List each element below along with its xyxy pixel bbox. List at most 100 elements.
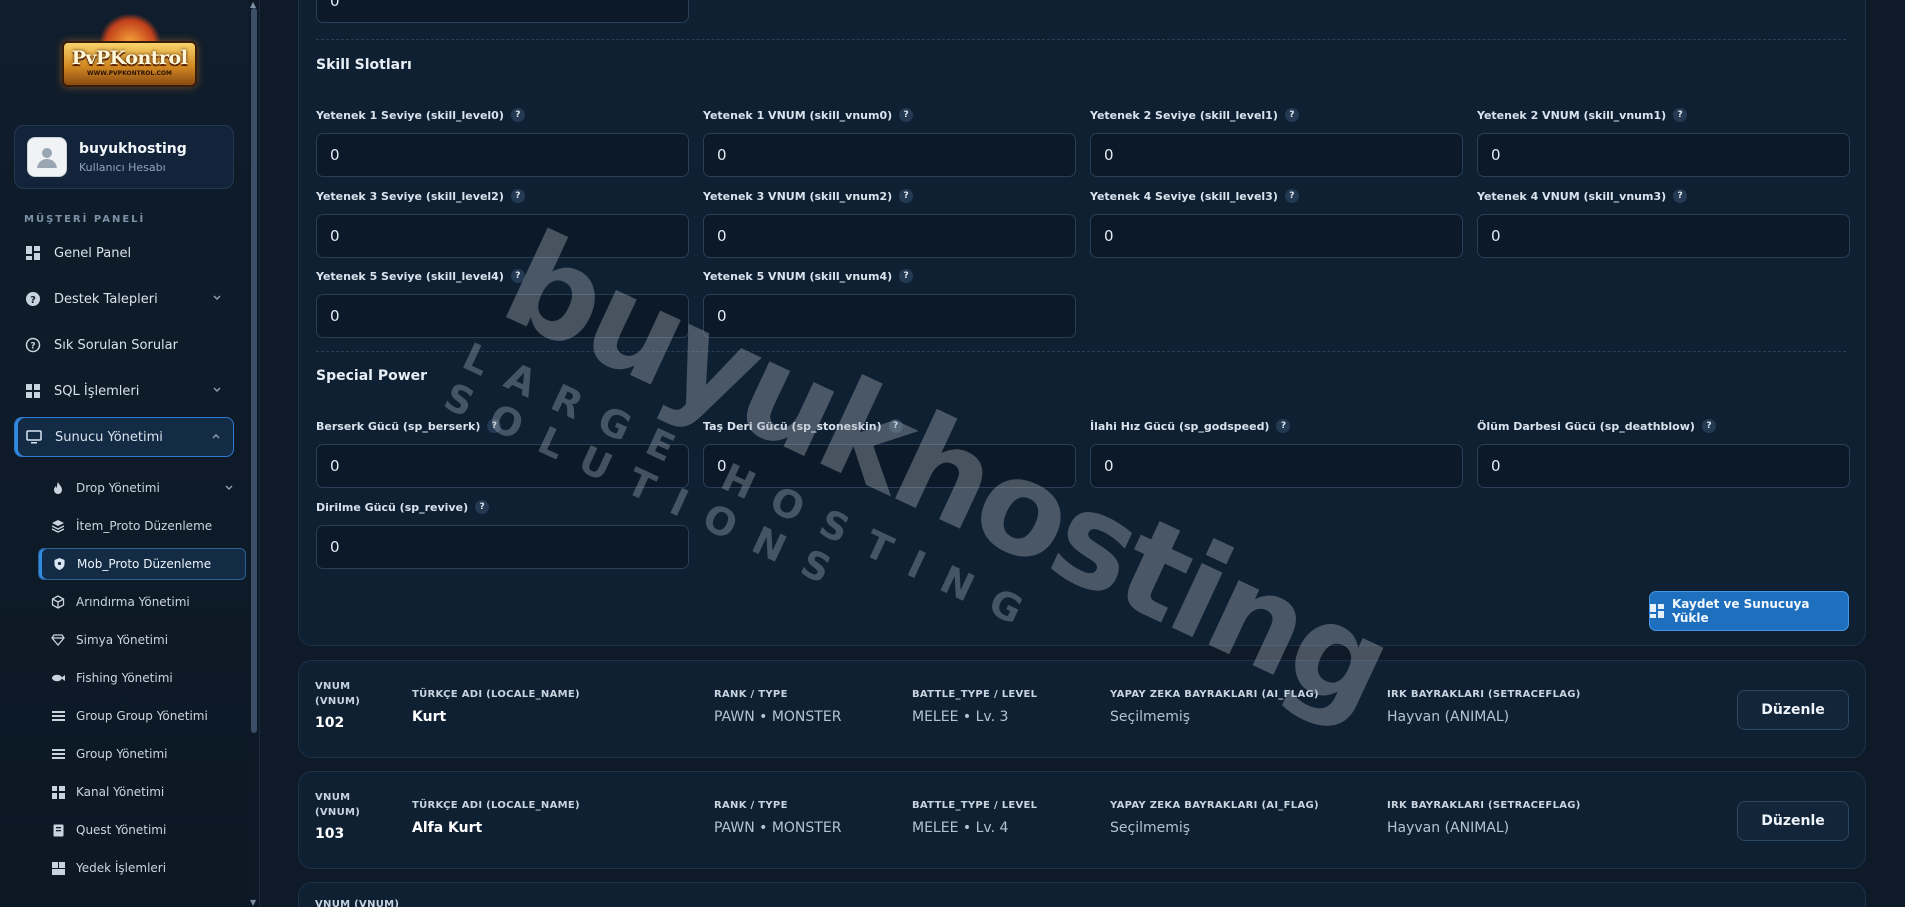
- sub-item-quest[interactable]: Quest Yönetimi: [38, 814, 246, 846]
- chevron-up-icon: [211, 431, 221, 446]
- mob-vnum-col: VNUM (VNUM) 102: [315, 679, 385, 731]
- top-field-input[interactable]: 0: [316, 0, 689, 23]
- skill-vnum3-input[interactable]: 0: [1477, 214, 1850, 258]
- help-icon[interactable]: ?: [899, 269, 914, 283]
- help-icon[interactable]: ?: [487, 419, 502, 433]
- sub-item-group[interactable]: Group Yönetimi: [38, 738, 246, 770]
- mob-vnum-col: VNUM (VNUM): [315, 897, 399, 907]
- logo-area: PvPKontrol WWW.PVPKONTROL.COM: [0, 0, 259, 110]
- sidebar-item-genel-panel[interactable]: Genel Panel: [14, 233, 234, 273]
- col-header-rank: RANK / TYPE: [714, 689, 788, 700]
- sidebar-scrollbar[interactable]: ▲ ▼: [249, 0, 259, 907]
- help-icon[interactable]: ?: [1701, 419, 1716, 433]
- field-label: Ölüm Darbesi Gücü (sp_deathblow): [1477, 419, 1695, 433]
- help-icon[interactable]: ?: [888, 419, 903, 433]
- col-header-ai: YAPAY ZEKA BAYRAKLARI (AI_FLAG): [1110, 689, 1319, 700]
- sidebar-item-sunucu-yonetimi[interactable]: Sunucu Yönetimi: [14, 417, 234, 457]
- sp-stoneskin-input[interactable]: 0: [703, 444, 1076, 488]
- mob-ai-col: YAPAY ZEKA BAYRAKLARI (AI_FLAG) Seçilmem…: [1110, 687, 1319, 725]
- sp-revive-input[interactable]: 0: [316, 525, 689, 569]
- mob-name: Kurt: [412, 709, 447, 725]
- mob-vnum: 103: [315, 826, 345, 842]
- scrollbar-thumb[interactable]: [251, 8, 257, 733]
- help-icon[interactable]: ?: [510, 108, 525, 122]
- sub-item-label: Kanal Yönetimi: [76, 785, 165, 799]
- chevron-down-icon: [212, 384, 222, 399]
- mob-name-col: TÜRKÇE ADI (LOCALE_NAME) Kurt: [412, 687, 580, 725]
- mob-rank: PAWN • MONSTER: [714, 709, 842, 725]
- help-icon[interactable]: ?: [1284, 108, 1299, 122]
- sub-item-drop[interactable]: Drop Yönetimi: [38, 472, 246, 504]
- field-label: Yetenek 5 VNUM (skill_vnum4): [703, 269, 893, 283]
- skill-level2-input[interactable]: 0: [316, 214, 689, 258]
- field-label: Yetenek 5 Seviye (skill_level4): [316, 269, 504, 283]
- sub-item-fishing[interactable]: Fishing Yönetimi: [38, 662, 246, 694]
- help-icon[interactable]: ?: [1276, 419, 1291, 433]
- sub-item-group-group[interactable]: Group Group Yönetimi: [38, 700, 246, 732]
- help-icon[interactable]: ?: [899, 189, 914, 203]
- logo-plate: PvPKontrol WWW.PVPKONTROL.COM: [61, 41, 198, 87]
- save-and-upload-button[interactable]: Kaydet ve Sunucuya Yükle: [1649, 591, 1849, 631]
- help-icon[interactable]: ?: [899, 108, 914, 122]
- help-icon[interactable]: ?: [510, 269, 525, 283]
- sp-godspeed-input[interactable]: 0: [1090, 444, 1463, 488]
- skill-vnum4-input[interactable]: 0: [703, 294, 1076, 338]
- sidebar-item-sql[interactable]: SQL İşlemleri: [14, 371, 234, 411]
- skill-vnum2-input[interactable]: 0: [703, 214, 1076, 258]
- sp-deathblow-input[interactable]: 0: [1477, 444, 1850, 488]
- col-header-vnum: VNUM (VNUM): [315, 899, 400, 907]
- mob-row-card-partial: VNUM (VNUM): [298, 882, 1866, 907]
- help-icon[interactable]: ?: [1284, 189, 1299, 203]
- edit-button[interactable]: Düzenle: [1737, 801, 1849, 841]
- mob-name-col: TÜRKÇE ADI (LOCALE_NAME) Alfa Kurt: [412, 798, 580, 836]
- skill-level3-input[interactable]: 0: [1090, 214, 1463, 258]
- user-name: buyukhosting: [79, 140, 187, 157]
- sub-item-arindirma[interactable]: Arındırma Yönetimi: [38, 586, 246, 618]
- sidebar-item-sss[interactable]: ? Sık Sorulan Sorular: [14, 325, 234, 365]
- sub-item-label: Mob_Proto Düzenleme: [77, 557, 212, 571]
- skill-level4-input[interactable]: 0: [316, 294, 689, 338]
- field-label: Dirilme Gücü (sp_revive): [316, 500, 469, 514]
- edit-button[interactable]: Düzenle: [1737, 690, 1849, 730]
- help-icon[interactable]: ?: [1673, 108, 1688, 122]
- mob-battle-col: BATTLE_TYPE / LEVEL MELEE • Lv. 4: [912, 798, 1037, 836]
- help-icon[interactable]: ?: [510, 189, 525, 203]
- svg-text:?: ?: [30, 342, 35, 352]
- user-avatar-icon: [37, 148, 57, 168]
- main-content: 0 Skill Slotları Yetenek 1 Seviye (skill…: [280, 0, 1905, 907]
- user-card[interactable]: buyukhosting Kullanıcı Hesabı: [14, 125, 234, 189]
- skill-level0-input[interactable]: 0: [316, 133, 689, 177]
- help-icon[interactable]: ?: [1673, 189, 1688, 203]
- pvpkontrol-logo[interactable]: PvPKontrol WWW.PVPKONTROL.COM: [55, 10, 205, 100]
- mob-rank-col: RANK / TYPE PAWN • MONSTER: [714, 687, 841, 725]
- field-skill-level0: Yetenek 1 Seviye (skill_level0)? 0: [316, 107, 689, 177]
- mob-row-card: VNUM (VNUM) 103 TÜRKÇE ADI (LOCALE_NAME)…: [298, 771, 1866, 869]
- sub-item-mob-proto[interactable]: Mob_Proto Düzenleme: [38, 548, 246, 580]
- sub-item-label: Group Group Yönetimi: [76, 709, 208, 723]
- mob-race: Hayvan (ANIMAL): [1387, 820, 1510, 836]
- grid-icon: [24, 382, 42, 400]
- fish-icon: [50, 673, 66, 683]
- sidebar: PvPKontrol WWW.PVPKONTROL.COM buyukhosti…: [0, 0, 260, 907]
- field-skill-level1: Yetenek 2 Seviye (skill_level1)? 0: [1090, 107, 1463, 177]
- field-label: Taş Deri Gücü (sp_stoneskin): [703, 419, 882, 433]
- skill-level1-input[interactable]: 0: [1090, 133, 1463, 177]
- skill-vnum1-input[interactable]: 0: [1477, 133, 1850, 177]
- field-sp-stoneskin: Taş Deri Gücü (sp_stoneskin)? 0: [703, 418, 1076, 488]
- field-sp-revive: Dirilme Gücü (sp_revive)? 0: [316, 499, 689, 569]
- sub-item-kanal[interactable]: Kanal Yönetimi: [38, 776, 246, 808]
- scroll-down-icon[interactable]: ▼: [250, 898, 256, 907]
- sub-item-yedek[interactable]: Yedek İşlemleri: [38, 852, 246, 884]
- sub-item-simya[interactable]: Simya Yönetimi: [38, 624, 246, 656]
- grid-icon: [50, 861, 66, 875]
- help-icon[interactable]: ?: [475, 500, 490, 514]
- sidebar-item-destek-talepleri[interactable]: ? Destek Talepleri: [14, 279, 234, 319]
- skill-vnum0-input[interactable]: 0: [703, 133, 1076, 177]
- mob-vnum: 102: [315, 715, 345, 731]
- mob-battle: MELEE • Lv. 4: [912, 820, 1009, 836]
- sub-item-item-proto[interactable]: İtem_Proto Düzenleme: [38, 510, 246, 542]
- field-skill-vnum3: Yetenek 4 VNUM (skill_vnum3)? 0: [1477, 188, 1850, 258]
- sp-berserk-input[interactable]: 0: [316, 444, 689, 488]
- save-button-label: Kaydet ve Sunucuya Yükle: [1672, 597, 1810, 625]
- col-header-name: TÜRKÇE ADI (LOCALE_NAME): [412, 800, 580, 811]
